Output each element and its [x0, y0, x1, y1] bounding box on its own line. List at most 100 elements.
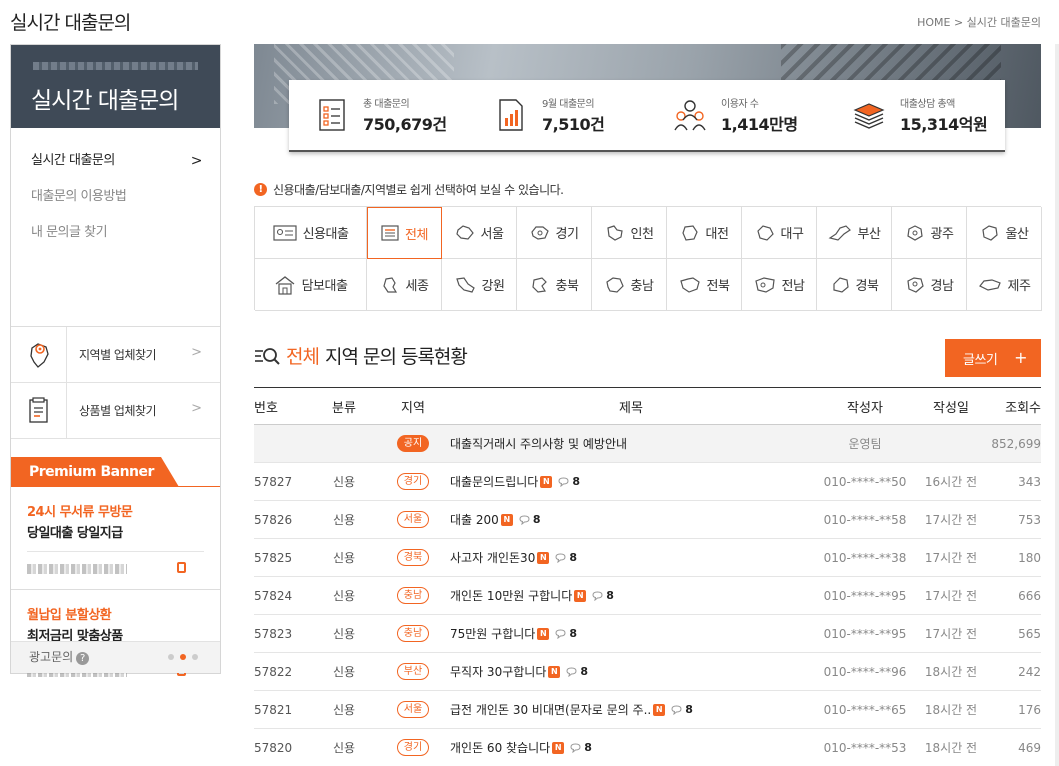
comment-icon — [570, 742, 581, 753]
filter-region-all[interactable]: 전체 — [367, 207, 442, 259]
cell-writer: 010-****-**53 — [823, 740, 907, 755]
post-title[interactable]: 사고자 개인돈30 — [450, 549, 535, 566]
plus-icon: + — [1014, 348, 1027, 367]
filter-region-sejong[interactable]: 세종 — [367, 259, 442, 311]
filter-region-gangwon[interactable]: 강원 — [442, 259, 517, 311]
region-map-icon — [981, 224, 998, 241]
cell-title[interactable]: 급전 개인돈 30 비대면(문자로 문의 주.. N 8 — [447, 701, 815, 718]
ad-inquiry-link[interactable]: 광고문의 — [29, 650, 73, 664]
table-row[interactable]: 57822 신용 부산 무직자 30구합니다 N 8 010-****-**96… — [254, 653, 1041, 691]
chevron-right-icon: > — [190, 153, 203, 169]
scrollbar[interactable] — [1055, 44, 1059, 766]
post-title[interactable]: 급전 개인돈 30 비대면(문자로 문의 주.. — [450, 701, 651, 718]
filter-region-jeonbuk[interactable]: 전북 — [667, 259, 742, 311]
cell-title[interactable]: 대출문의드립니다 N 8 — [447, 473, 815, 490]
cell-title[interactable]: 개인돈 10만원 구합니다 N 8 — [447, 587, 815, 604]
cell-title[interactable]: 무직자 30구합니다 N 8 — [447, 663, 815, 680]
map-pin-icon — [11, 326, 67, 383]
write-button[interactable]: 글쓰기 + — [945, 339, 1041, 377]
filter-label: 담보대출 — [301, 279, 348, 294]
filter-region-seoul[interactable]: 서울 — [442, 207, 517, 259]
cell-region: 부산 — [379, 663, 447, 680]
post-title[interactable]: 75만원 구합니다 — [450, 625, 535, 642]
table-row[interactable]: 57820 신용 경기 개인돈 60 찾습니다 N 8 010-****-**5… — [254, 729, 1041, 766]
cell-title[interactable]: 75만원 구합니다 N 8 — [447, 625, 815, 642]
banner-headline: 월납입 분할상환 — [27, 608, 112, 623]
cell-views: 469 — [1018, 740, 1041, 755]
table-row[interactable]: 57823 신용 충남 75만원 구합니다 N 8 010-****-**95 … — [254, 615, 1041, 653]
chevron-right-icon: > — [191, 401, 202, 416]
cell-views: 180 — [1018, 550, 1041, 565]
region-finder-link[interactable]: 지역별 업체찾기 > — [11, 326, 220, 383]
filter-collateral-loan[interactable]: 담보대출 — [255, 259, 367, 311]
region-map-icon — [530, 225, 549, 240]
comment-count: 8 — [566, 665, 588, 678]
filter-region-daejeon[interactable]: 대전 — [667, 207, 742, 259]
table-row[interactable]: 57821 신용 서울 급전 개인돈 30 비대면(문자로 문의 주.. N 8… — [254, 691, 1041, 729]
help-icon[interactable]: ? — [76, 652, 90, 665]
filter-label: 충남 — [630, 279, 654, 294]
sidebar-item-realtime[interactable]: 실시간 대출문의 > — [31, 146, 220, 182]
notice-row[interactable]: 공지 대출직거래시 주의사항 및 예방안내 운영팀 852,699 — [254, 425, 1041, 463]
section-title-text: 지역 문의 등록현황 — [324, 346, 468, 368]
breadcrumb-separator: > — [953, 16, 964, 29]
sidebar-header: 실시간 대출문의 — [11, 45, 220, 128]
page-title: 실시간 대출문의 — [10, 12, 131, 34]
stat-total-inquiries: 총 대출문의 750,679건 — [289, 95, 468, 135]
cell-title[interactable]: 대출 200 N 8 — [447, 511, 815, 528]
col-header-date: 작성일 — [933, 400, 969, 416]
filter-region-incheon[interactable]: 인천 — [592, 207, 667, 259]
stat-value: 750,679건 — [363, 115, 447, 134]
table-row[interactable]: 57827 신용 경기 대출문의드립니다 N 8 010-****-**50 1… — [254, 463, 1041, 501]
cell-title[interactable]: 개인돈 60 찾습니다 N 8 — [447, 739, 815, 756]
cell-no: 57821 — [254, 702, 293, 717]
sidebar-item-howto[interactable]: 대출문의 이용방법 — [31, 182, 220, 218]
filter-credit-loan[interactable]: 신용대출 — [255, 207, 367, 259]
col-header-title: 제목 — [619, 400, 643, 416]
filter-region-daegu[interactable]: 대구 — [742, 207, 817, 259]
post-title[interactable]: 대출 200 — [450, 511, 499, 528]
carousel-dot-active[interactable] — [180, 654, 186, 660]
table-row[interactable]: 57825 신용 경북 사고자 개인돈30 N 8 010-****-**38 … — [254, 539, 1041, 577]
sidebar-item-label: 대출문의 이용방법 — [31, 189, 127, 204]
new-badge: N — [537, 551, 550, 564]
table-row[interactable]: 57826 신용 서울 대출 200 N 8 010-****-**58 17시… — [254, 501, 1041, 539]
ad-inquiry-bar: 광고문의? — [11, 641, 220, 673]
premium-banner-1[interactable]: 24시 무서류 무방문 당일대출 당일지급 — [11, 487, 220, 583]
sidebar-item-my-posts[interactable]: 내 문의글 찾기 — [31, 218, 220, 254]
id-card-icon — [272, 224, 297, 241]
filter-region-gwangju[interactable]: 광주 — [892, 207, 967, 259]
post-title[interactable]: 개인돈 60 찾습니다 — [450, 739, 550, 756]
stat-label: 이용자 수 — [721, 99, 759, 110]
filter-region-gyeongbuk[interactable]: 경북 — [817, 259, 892, 311]
carousel-dot[interactable] — [192, 654, 198, 660]
filter-region-busan[interactable]: 부산 — [817, 207, 892, 259]
filter-region-jeju[interactable]: 제주 — [967, 259, 1042, 311]
filter-region-gyeonggi[interactable]: 경기 — [517, 207, 592, 259]
filter-region-ulsan[interactable]: 울산 — [967, 207, 1042, 259]
filter-region-chungnam[interactable]: 충남 — [592, 259, 667, 311]
post-title[interactable]: 개인돈 10만원 구합니다 — [450, 587, 572, 604]
carousel-dot[interactable] — [168, 654, 174, 660]
cell-region: 서울 — [379, 701, 447, 718]
breadcrumb-home[interactable]: HOME — [917, 16, 950, 29]
cell-views: 753 — [1018, 512, 1041, 527]
notice-title[interactable]: 대출직거래시 주의사항 및 예방안내 — [447, 435, 815, 452]
filter-region-gyeongnam[interactable]: 경남 — [892, 259, 967, 311]
product-finder-link[interactable]: 상품별 업체찾기 > — [11, 382, 220, 439]
comment-icon — [519, 514, 530, 525]
table-row[interactable]: 57824 신용 충남 개인돈 10만원 구합니다 N 8 010-****-*… — [254, 577, 1041, 615]
cell-region: 공지 — [379, 435, 447, 452]
post-title[interactable]: 무직자 30구합니다 — [450, 663, 546, 680]
filter-label: 대구 — [780, 227, 804, 242]
cell-region: 경기 — [379, 739, 447, 756]
post-title[interactable]: 대출문의드립니다 — [450, 473, 538, 490]
region-map-icon — [906, 276, 924, 293]
filter-region-chungbuk[interactable]: 충북 — [517, 259, 592, 311]
cell-title[interactable]: 사고자 개인돈30 N 8 — [447, 549, 815, 566]
filter-region-jeonnam[interactable]: 전남 — [742, 259, 817, 311]
cell-writer: 010-****-**50 — [823, 474, 907, 489]
region-badge: 경북 — [396, 549, 430, 566]
filter-label: 울산 — [1005, 227, 1029, 242]
cell-category: 신용 — [332, 665, 356, 679]
